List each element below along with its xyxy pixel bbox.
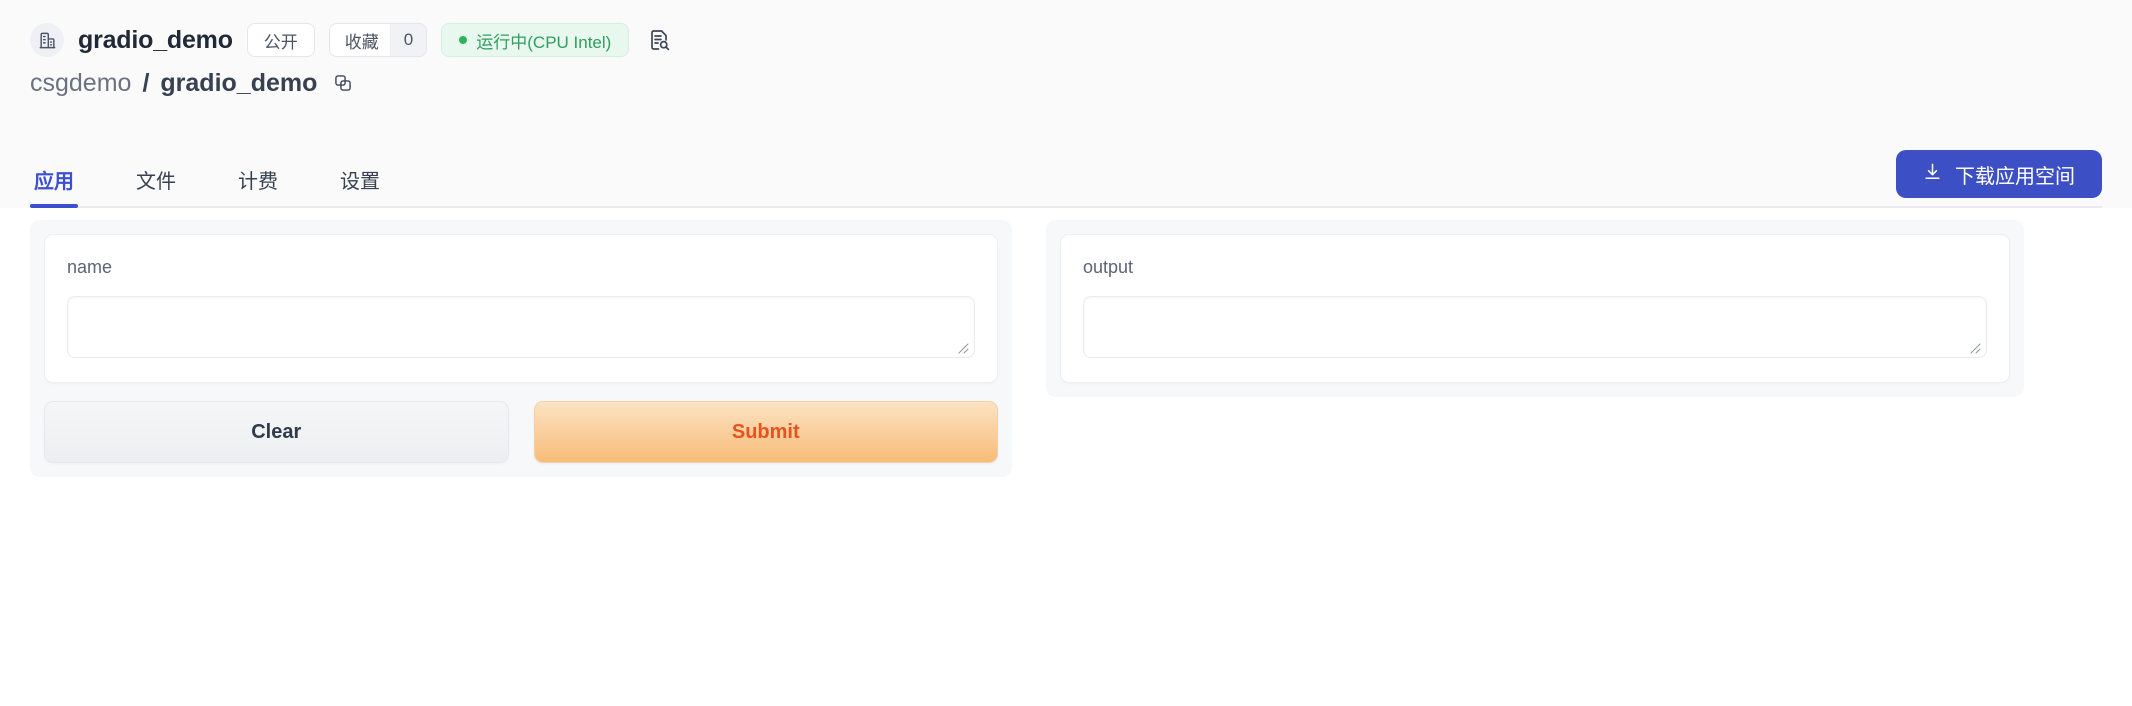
organization-building-icon [30,23,64,57]
input-block-group: name Clear Submit [30,220,1012,477]
repo-header: gradio_demo 公开 收藏 0 运行中(CPU Intel) [0,0,2132,57]
favorite-badge[interactable]: 收藏 0 [328,23,428,57]
resize-handle-icon[interactable] [956,341,970,355]
submit-button[interactable]: Submit [533,401,998,463]
output-form-card: output [1060,234,2010,383]
download-icon [1923,162,1942,187]
breadcrumb-separator: / [142,68,150,97]
breadcrumb-owner[interactable]: csgdemo [30,69,131,98]
gradio-row: name Clear Submit output [30,208,2102,477]
tab-files[interactable]: 文件 [132,165,180,208]
status-text: 运行中(CPU Intel) [476,32,612,52]
tab-app[interactable]: 应用 [30,165,78,208]
resize-handle-icon[interactable] [1968,341,1982,355]
tab-settings[interactable]: 设置 [336,165,384,208]
output-column: output [1046,220,2024,477]
output-field-label: output [1083,257,1134,277]
page-header-section: gradio_demo 公开 收藏 0 运行中(CPU Intel) csgde… [0,0,2132,208]
gradio-app-area: name Clear Submit output [0,208,2132,618]
tab-billing[interactable]: 计费 [234,165,282,208]
input-form-card: name [44,234,998,383]
status-dot-icon [459,36,468,44]
clear-button[interactable]: Clear [44,401,509,463]
output-block-group: output [1046,220,2024,397]
favorite-count: 0 [389,24,427,56]
breadcrumb: csgdemo / gradio_demo [0,52,2132,98]
output-textarea[interactable] [1083,296,1987,358]
download-space-button-label: 下载应用空间 [1955,165,2075,188]
visibility-badge: 公开 [246,23,315,57]
breadcrumb-repo[interactable]: gradio_demo [160,69,317,98]
page-title: gradio_demo [78,25,233,54]
download-space-button[interactable]: 下载应用空间 [1896,150,2102,198]
input-column: name Clear Submit [30,220,1012,477]
tab-bar: 应用 文件 计费 设置 下载应用空间 [0,150,2132,208]
name-input[interactable] [67,296,975,358]
status-badge: 运行中(CPU Intel) [441,23,630,57]
action-button-row: Clear Submit [44,401,998,463]
document-search-icon[interactable] [643,24,675,56]
name-field-label: name [67,257,113,277]
copy-icon[interactable] [330,70,356,96]
favorite-label: 收藏 [344,32,379,52]
